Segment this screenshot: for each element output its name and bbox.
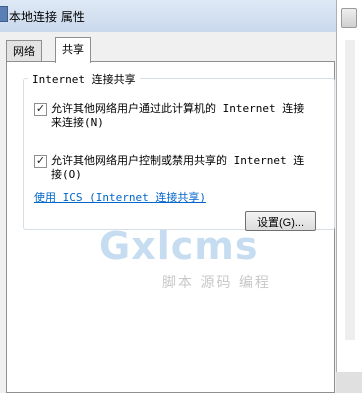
background-window-footer <box>336 372 362 393</box>
tab-network[interactable]: 网络 <box>6 40 42 62</box>
allow-control-label-line2: 接(O) <box>51 168 82 181</box>
network-connection-icon <box>0 6 8 22</box>
background-scrollbar[interactable] <box>345 40 355 340</box>
group-title: Internet 连接共享 <box>28 71 140 87</box>
allow-connect-label-line2: 来连接(N) <box>51 116 104 129</box>
allow-connect-label-line1: 允许其他网络用户通过此计算机的 Internet 连接 <box>51 102 305 115</box>
settings-button[interactable]: 设置(G)... <box>245 211 316 231</box>
sharing-panel: Internet 连接共享 ✓ 允许其他网络用户通过此计算机的 Internet… <box>6 61 335 393</box>
ics-link[interactable]: 使用 ICS (Internet 连接共享) <box>34 189 206 205</box>
allow-control-checkbox[interactable]: ✓ <box>34 155 47 168</box>
tab-sharing[interactable]: 共享 <box>55 37 91 63</box>
background-window-button[interactable] <box>341 8 357 28</box>
allow-connect-checkbox[interactable]: ✓ <box>34 103 47 116</box>
watermark-subtitle: 脚本 源码 编程 <box>162 275 271 291</box>
watermark-logo: Gxlcms <box>99 224 259 268</box>
allow-control-label-line1: 允许其他网络用户控制或禁用共享的 Internet 连 <box>51 154 305 167</box>
title-bar: 本地连接 属性 <box>0 0 336 33</box>
properties-dialog: 网络 共享 Internet 连接共享 ✓ 允许其他网络用户通过此计算机的 In… <box>0 32 337 393</box>
window-title: 本地连接 属性 <box>9 10 85 24</box>
internet-sharing-group: Internet 连接共享 ✓ 允许其他网络用户通过此计算机的 Internet… <box>23 71 335 230</box>
